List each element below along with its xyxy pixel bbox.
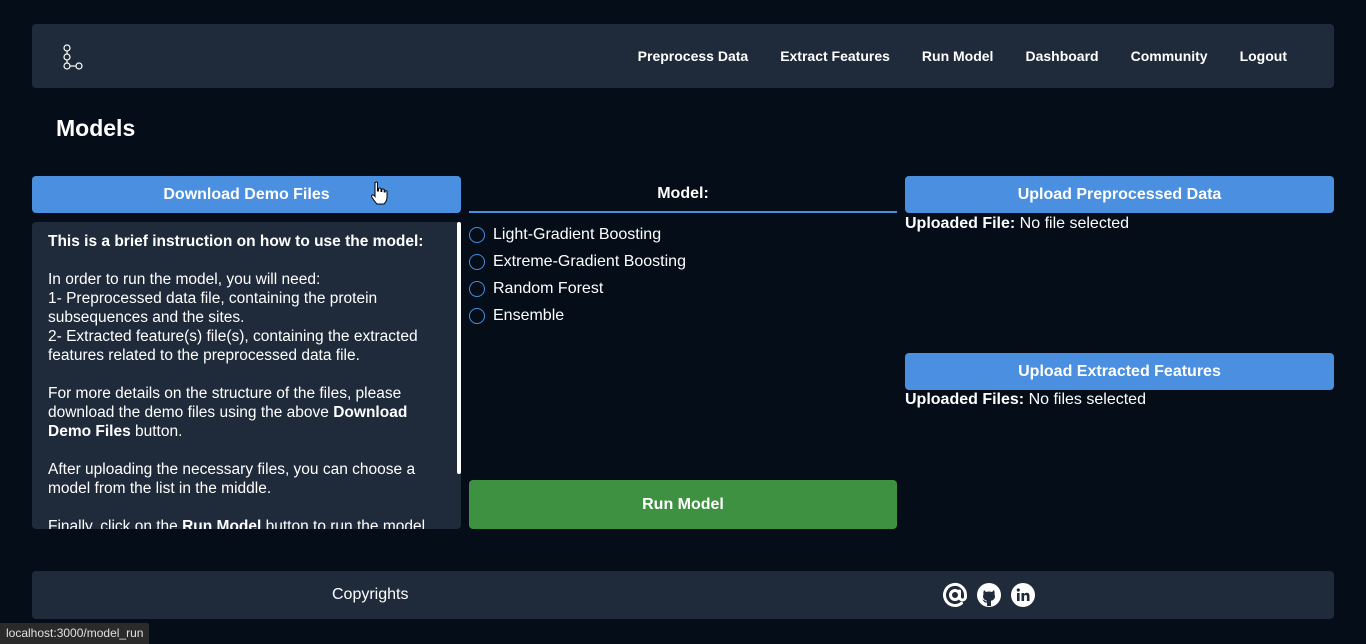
page-title: Models	[56, 115, 136, 141]
radio-button[interactable]	[469, 253, 485, 270]
nav-link-logout[interactable]: Logout	[1240, 48, 1287, 64]
instructions-requirements: In order to run the model, you will need…	[48, 271, 418, 364]
model-option-light-gradient-boosting[interactable]: Light-Gradient Boosting	[469, 221, 686, 248]
uploaded-features-files-status: Uploaded Files: No files selected	[905, 391, 1146, 408]
github-icon[interactable]	[976, 582, 1002, 608]
nav-link-community[interactable]: Community	[1131, 48, 1208, 64]
linkedin-icon[interactable]	[1010, 582, 1036, 608]
model-header: Model:	[469, 176, 897, 213]
download-demo-files-button[interactable]: Download Demo Files	[32, 176, 461, 213]
instructions-scrollbar[interactable]	[457, 222, 461, 474]
instructions-after: After uploading the necessary files, you…	[48, 461, 416, 497]
model-option-random-forest[interactable]: Random Forest	[469, 275, 686, 302]
radio-button[interactable]	[469, 307, 485, 324]
run-model-button[interactable]: Run Model	[469, 480, 897, 529]
navbar: Preprocess Data Extract Features Run Mod…	[32, 24, 1334, 88]
nav-link-extract-features[interactable]: Extract Features	[780, 48, 890, 64]
model-option-extreme-gradient-boosting[interactable]: Extreme-Gradient Boosting	[469, 248, 686, 275]
graph-logo-icon[interactable]	[62, 44, 84, 70]
radio-button[interactable]	[469, 280, 485, 297]
hand-pointer-cursor-icon	[371, 181, 388, 205]
upload-extracted-features-button[interactable]: Upload Extracted Features	[905, 353, 1334, 390]
at-sign-icon[interactable]	[942, 582, 968, 608]
uploaded-preprocessed-file-status: Uploaded File: No file selected	[905, 215, 1130, 232]
nav-link-preprocess-data[interactable]: Preprocess Data	[638, 48, 749, 64]
social-links	[942, 582, 1036, 608]
instructions-details: For more details on the structure of the…	[48, 385, 408, 440]
upload-preprocessed-data-button[interactable]: Upload Preprocessed Data	[905, 176, 1334, 213]
nav-link-dashboard[interactable]: Dashboard	[1025, 48, 1098, 64]
nav-links: Preprocess Data Extract Features Run Mod…	[638, 24, 1334, 88]
copyright-text: Copyrights	[332, 586, 409, 603]
footer: Copyrights	[32, 571, 1334, 619]
nav-link-run-model[interactable]: Run Model	[922, 48, 994, 64]
status-bar-url: localhost:3000/model_run	[0, 623, 150, 644]
model-option-ensemble[interactable]: Ensemble	[469, 302, 686, 329]
instructions-panel: This is a brief instruction on how to us…	[32, 222, 461, 529]
radio-button[interactable]	[469, 226, 485, 243]
model-radio-list: Light-Gradient Boosting Extreme-Gradient…	[469, 221, 686, 329]
instructions-heading: This is a brief instruction on how to us…	[48, 233, 424, 250]
instructions-final: Finally, click on the Run Model button t…	[48, 518, 426, 529]
